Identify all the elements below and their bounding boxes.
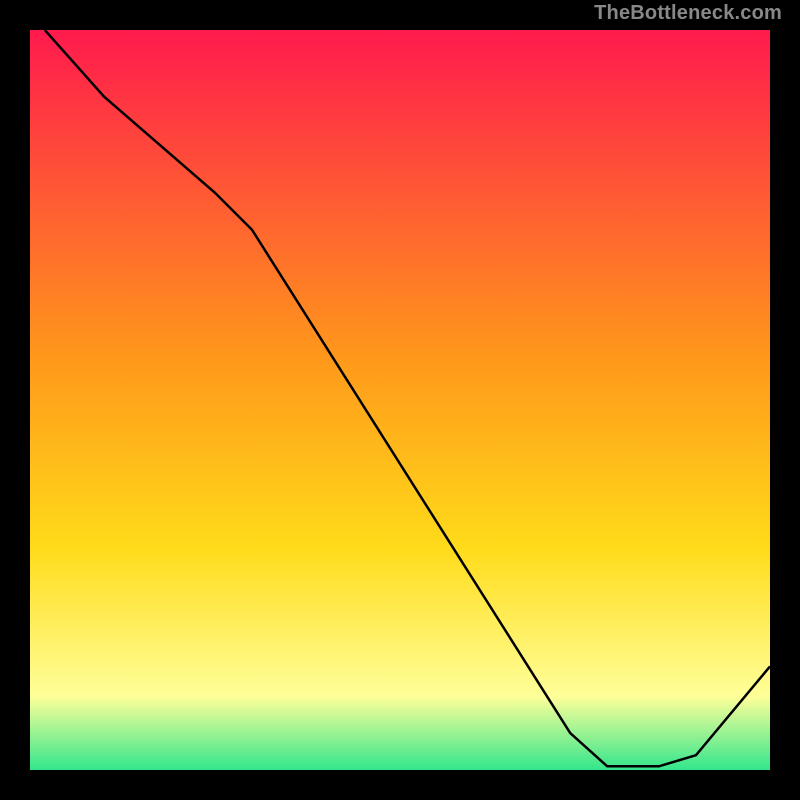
gradient-bg [30, 30, 770, 770]
chart-svg [30, 30, 770, 770]
plot-area [30, 30, 770, 770]
chart-canvas: TheBottleneck.com [0, 0, 800, 800]
watermark-text: TheBottleneck.com [594, 2, 782, 25]
